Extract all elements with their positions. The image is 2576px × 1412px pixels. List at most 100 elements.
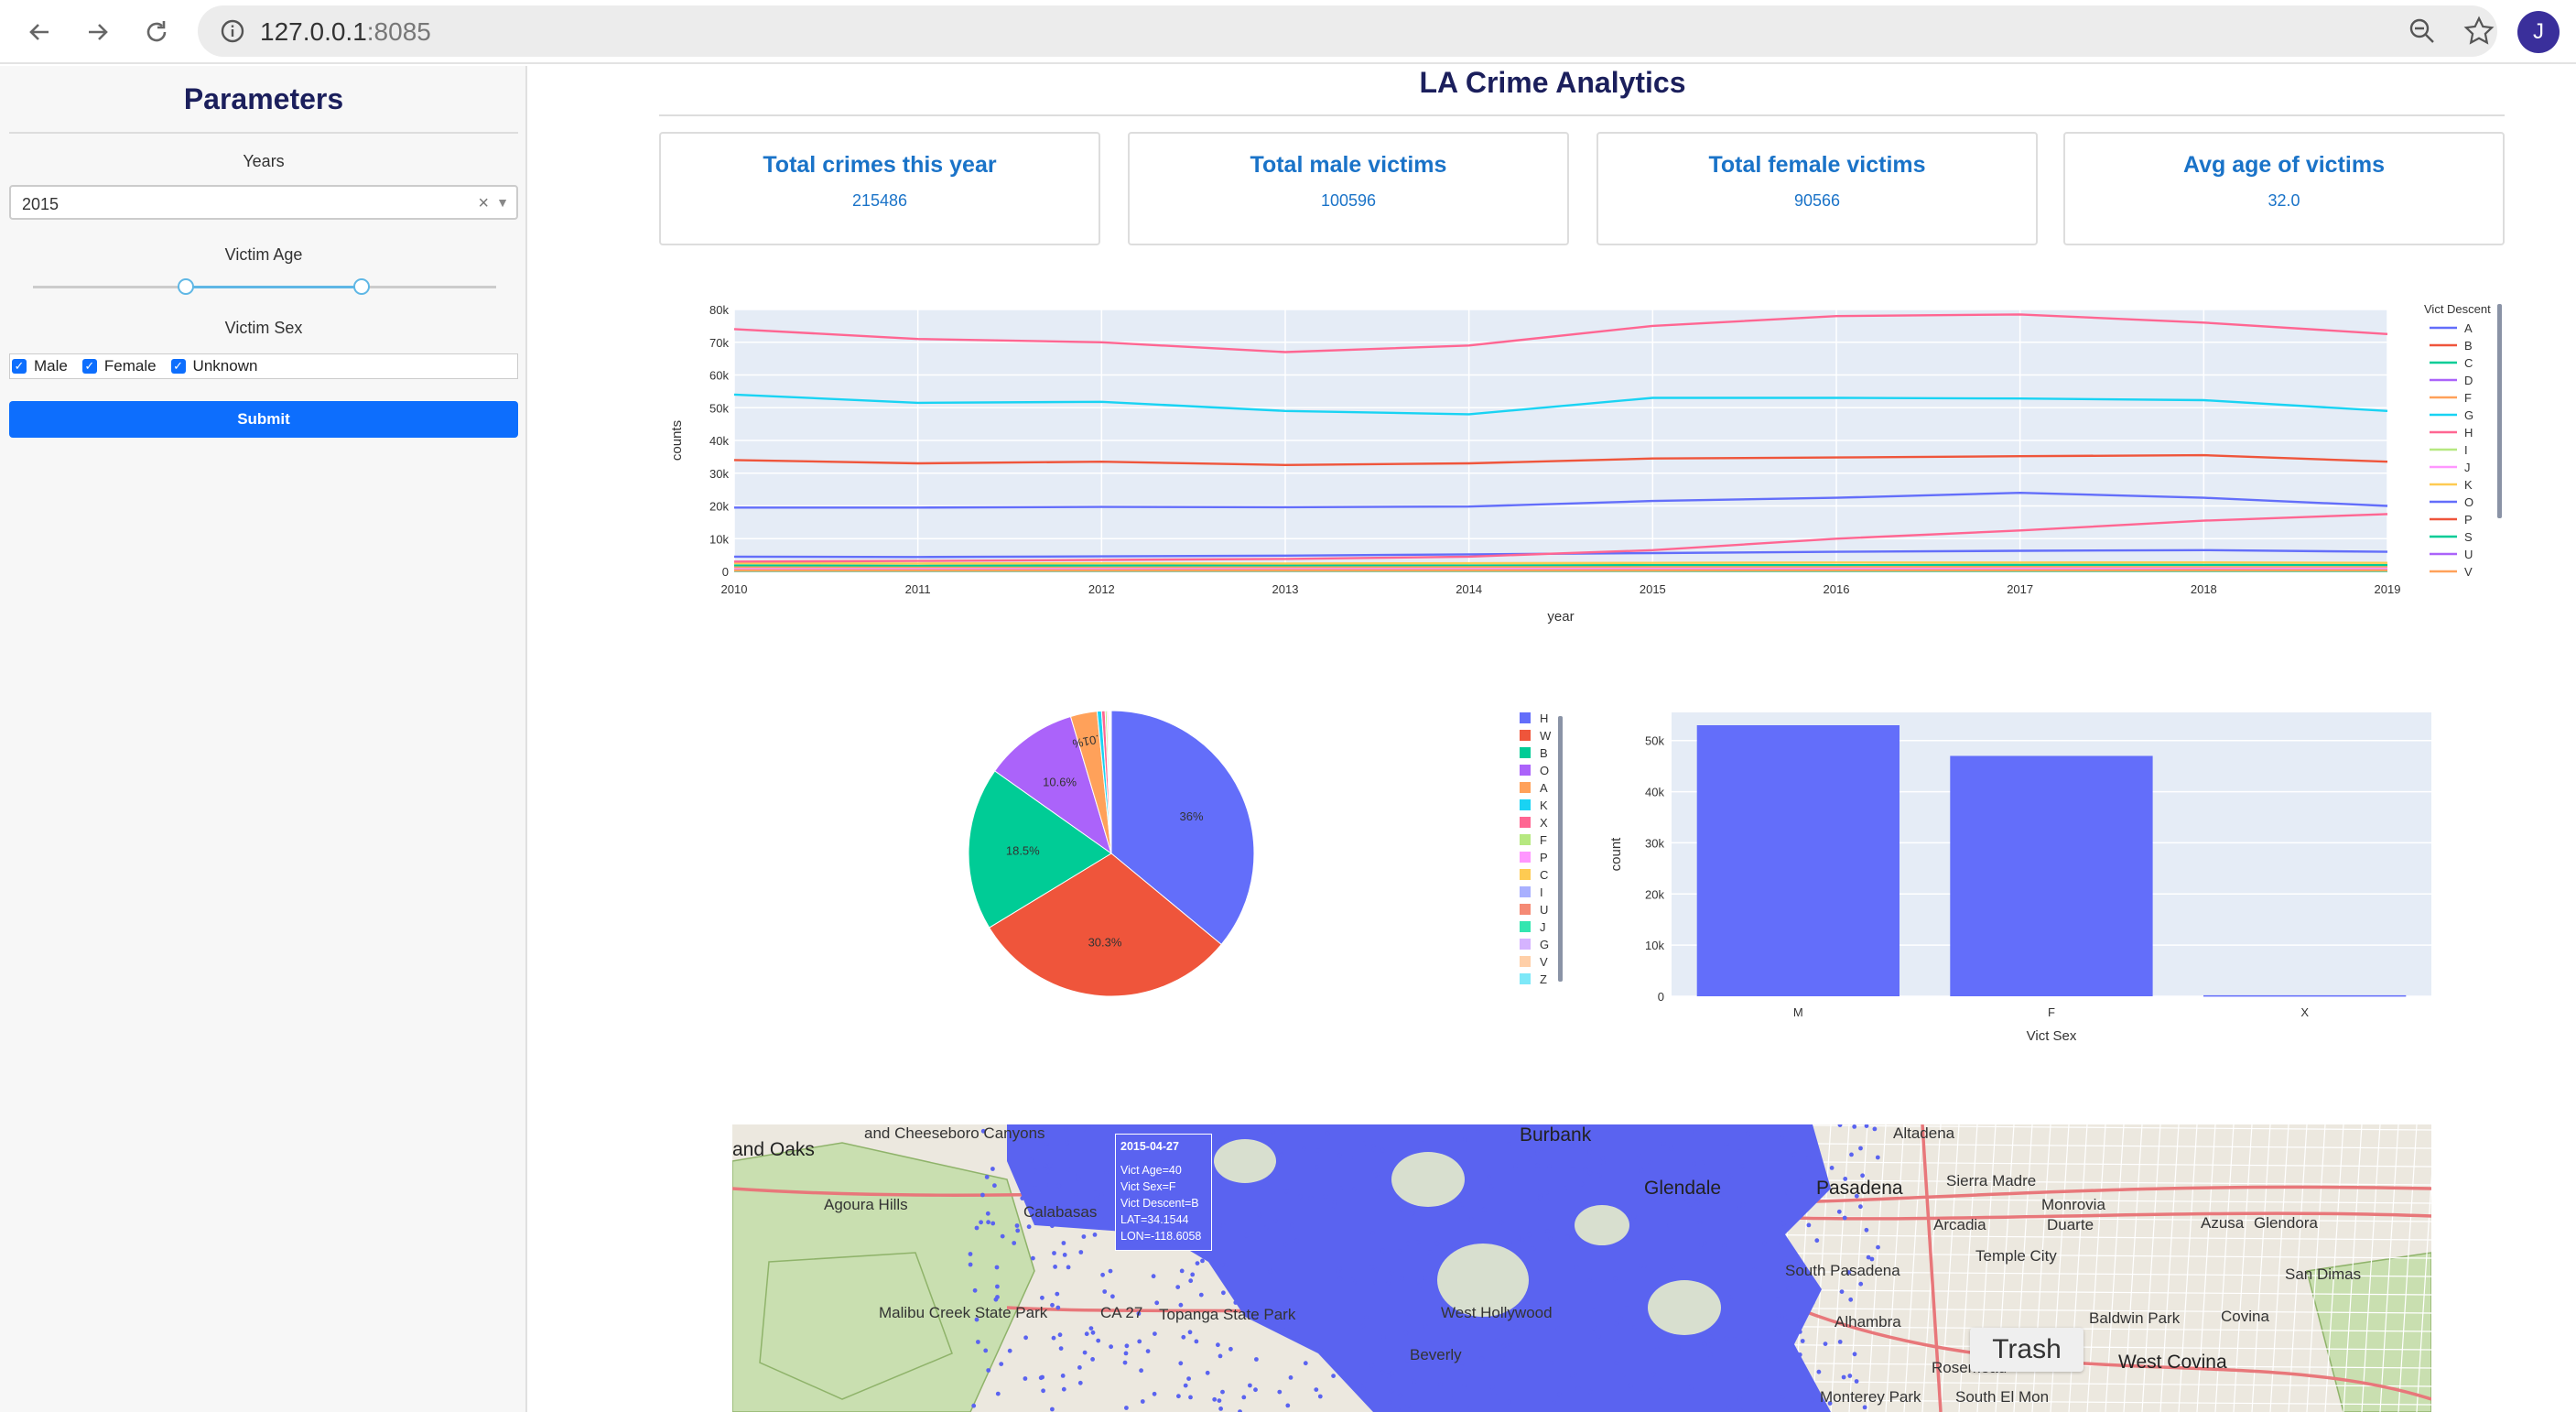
zoom-icon[interactable]: [2406, 15, 2439, 48]
crime-point[interactable]: [1829, 1166, 1835, 1170]
crime-point[interactable]: [1029, 1157, 1034, 1163]
legend-label[interactable]: O: [1540, 764, 1549, 777]
crime-point[interactable]: [1337, 1153, 1342, 1158]
crime-point[interactable]: [1109, 1344, 1113, 1350]
crime-point[interactable]: [1139, 1368, 1143, 1374]
crime-point[interactable]: [1023, 1376, 1028, 1381]
crime-point[interactable]: [1183, 1383, 1188, 1388]
address-bar[interactable]: 127.0.0.1:8085: [198, 5, 2497, 57]
crime-point[interactable]: [1023, 1335, 1028, 1341]
crime-point[interactable]: [1043, 1163, 1048, 1168]
crime-point[interactable]: [1371, 1146, 1377, 1152]
legend-swatch[interactable]: [1520, 973, 1531, 984]
crime-point[interactable]: [986, 1220, 990, 1225]
crime-point[interactable]: [1178, 1361, 1184, 1366]
checkmark-icon[interactable]: ✓: [170, 359, 186, 374]
crime-point[interactable]: [1331, 1374, 1336, 1378]
crime-point[interactable]: [1613, 1276, 1618, 1281]
crime-point[interactable]: [1216, 1342, 1220, 1348]
crime-point[interactable]: [1551, 1400, 1556, 1406]
crime-point[interactable]: [1352, 1187, 1357, 1191]
legend-label[interactable]: G: [1540, 938, 1549, 951]
url-text[interactable]: 127.0.0.1:8085: [260, 17, 431, 47]
crime-point[interactable]: [1369, 1363, 1375, 1368]
crime-map[interactable]: and Oaks and Cheeseboro Canyons Agoura Hil…: [732, 1124, 2431, 1412]
crime-point[interactable]: [1198, 1292, 1204, 1298]
crime-point[interactable]: [1051, 1335, 1056, 1341]
crime-point[interactable]: [1587, 1149, 1593, 1155]
crime-point[interactable]: [1699, 1243, 1704, 1247]
crime-point[interactable]: [1314, 1165, 1319, 1170]
legend-label[interactable]: I: [1540, 885, 1543, 899]
crime-point[interactable]: [1708, 1334, 1714, 1340]
crime-point[interactable]: [1726, 1405, 1732, 1410]
crime-point[interactable]: [979, 1220, 983, 1225]
crime-point[interactable]: [1398, 1206, 1403, 1211]
crime-point[interactable]: [1687, 1202, 1693, 1207]
chevron-down-icon[interactable]: ▼: [496, 195, 509, 210]
legend-label[interactable]: B: [2464, 339, 2473, 353]
crime-point[interactable]: [1175, 1285, 1181, 1289]
crime-point[interactable]: [1709, 1283, 1714, 1288]
crime-point[interactable]: [1351, 1125, 1356, 1130]
crime-point[interactable]: [1476, 1129, 1480, 1134]
crime-point[interactable]: [985, 1211, 990, 1216]
crime-point[interactable]: [1012, 1241, 1017, 1245]
crime-point[interactable]: [995, 1391, 1001, 1396]
crime-point[interactable]: [1389, 1389, 1394, 1394]
crime-point[interactable]: [1397, 1249, 1402, 1254]
crime-point[interactable]: [1315, 1148, 1321, 1153]
crime-point[interactable]: [1092, 1233, 1098, 1237]
crime-point[interactable]: [1526, 1233, 1532, 1238]
crime-point[interactable]: [1513, 1163, 1518, 1168]
crime-point[interactable]: [1404, 1310, 1410, 1316]
site-info-icon[interactable]: [216, 15, 249, 48]
crime-point[interactable]: [1081, 1234, 1087, 1239]
crime-point[interactable]: [1797, 1330, 1802, 1334]
crime-point[interactable]: [1218, 1407, 1223, 1411]
crime-point[interactable]: [1499, 1220, 1504, 1225]
bar-F[interactable]: [1950, 755, 2153, 997]
crime-point[interactable]: [1053, 1265, 1057, 1269]
crime-point[interactable]: [1110, 1294, 1115, 1299]
crime-point[interactable]: [1176, 1394, 1181, 1399]
crime-point[interactable]: [1555, 1326, 1561, 1331]
crime-point[interactable]: [1181, 1334, 1186, 1340]
crime-point[interactable]: [1390, 1371, 1394, 1376]
submit-button[interactable]: Submit: [9, 401, 518, 438]
crime-point[interactable]: [1574, 1265, 1579, 1270]
crime-point[interactable]: [1632, 1325, 1637, 1330]
crime-point[interactable]: [1385, 1373, 1391, 1378]
crime-point[interactable]: [1814, 1238, 1820, 1244]
crime-point[interactable]: [1213, 1225, 1218, 1231]
crime-point[interactable]: [1773, 1327, 1779, 1332]
crime-point[interactable]: [1583, 1168, 1588, 1172]
crime-point[interactable]: [1045, 1168, 1051, 1174]
crime-point[interactable]: [1218, 1353, 1223, 1359]
crime-point[interactable]: [1187, 1330, 1193, 1335]
crime-point[interactable]: [1351, 1155, 1357, 1160]
checkmark-icon[interactable]: ✓: [12, 359, 27, 374]
crime-point[interactable]: [1837, 1124, 1843, 1127]
crime-point[interactable]: [1152, 1391, 1157, 1396]
crime-point[interactable]: [1600, 1160, 1606, 1166]
crime-point[interactable]: [1090, 1330, 1096, 1335]
crime-point[interactable]: [1273, 1219, 1278, 1223]
series-line-C[interactable]: [733, 563, 2388, 568]
crime-point[interactable]: [1549, 1361, 1554, 1365]
crime-point[interactable]: [1596, 1334, 1601, 1339]
bookmark-star-icon[interactable]: [2462, 15, 2495, 48]
crime-point[interactable]: [1244, 1233, 1249, 1238]
crime-point[interactable]: [1415, 1240, 1421, 1245]
crime-point[interactable]: [1459, 1202, 1465, 1207]
crime-point[interactable]: [1655, 1347, 1660, 1352]
crime-point[interactable]: [1779, 1242, 1784, 1246]
legend-swatch[interactable]: [1520, 939, 1531, 950]
crime-point[interactable]: [1082, 1126, 1087, 1132]
crime-point[interactable]: [1405, 1241, 1411, 1246]
crime-point[interactable]: [1776, 1313, 1781, 1319]
crime-point[interactable]: [1388, 1188, 1393, 1193]
crime-point[interactable]: [1579, 1181, 1585, 1187]
legend-label[interactable]: Z: [1540, 972, 1547, 986]
crime-point[interactable]: [1501, 1343, 1507, 1349]
